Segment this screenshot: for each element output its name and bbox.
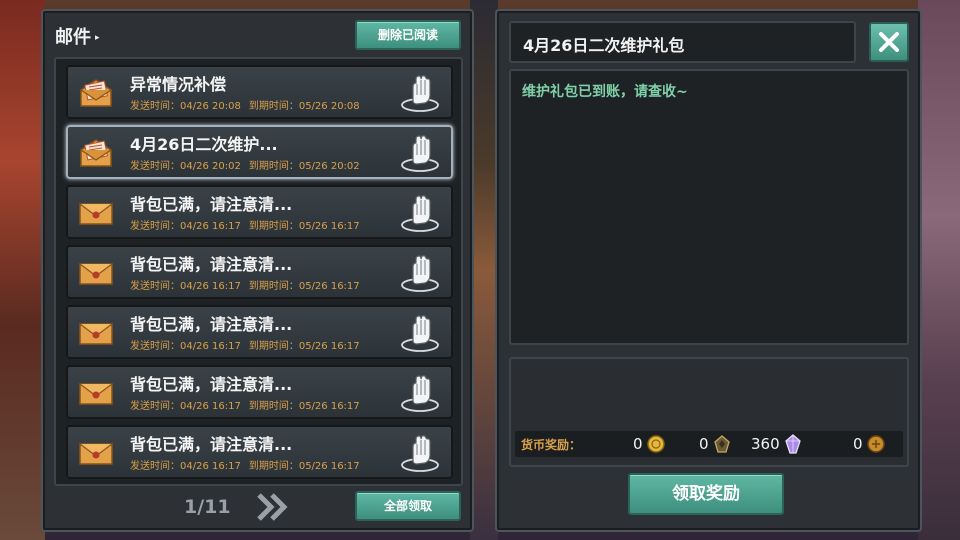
mail-item-meta: 发送时间：04/26 16:17 到期时间：05/26 16:17 xyxy=(130,457,360,472)
mail-item-title: 背包已满，请注意清... xyxy=(130,315,293,334)
expire-time: 05/26 20:08 xyxy=(298,101,360,112)
currency-amount: 0 xyxy=(699,435,709,453)
caret-icon: ▸ xyxy=(95,33,100,43)
mail-detail-panel: 4月26日二次维护礼包 维护礼包已到账，请查收~ 货币奖励： 0 0 360 0… xyxy=(495,9,922,532)
sent-time: 04/26 20:08 xyxy=(180,101,241,112)
mail-item-meta: 发送时间：04/26 20:02 到期时间：05/26 20:02 xyxy=(130,157,360,172)
claim-glove-icon[interactable] xyxy=(399,371,441,413)
mail-item-title: 背包已满，请注意清... xyxy=(130,435,293,454)
mail-item-meta: 发送时间：04/26 20:08 到期时间：05/26 20:08 xyxy=(130,97,360,112)
claim-glove-icon[interactable] xyxy=(399,131,441,173)
mail-panel-title: 邮件 ▸ xyxy=(55,23,100,49)
mail-item[interactable]: 背包已满，请注意清... 发送时间：04/26 16:17 到期时间：05/26 1… xyxy=(66,365,453,419)
currency-purple-crystal: 360 xyxy=(751,434,803,454)
expire-label: 到期时间： xyxy=(248,461,299,472)
currency-amount: 0 xyxy=(853,435,863,453)
claim-all-button[interactable]: 全部领取 xyxy=(355,491,461,521)
mail-item-meta: 发送时间：04/26 16:17 到期时间：05/26 16:17 xyxy=(130,217,360,232)
expire-time: 05/26 16:17 xyxy=(298,221,360,232)
background-scene-middle xyxy=(470,0,498,540)
mail-item[interactable]: 背包已满，请注意清... 发送时间：04/26 16:17 到期时间：05/26 1… xyxy=(66,305,453,359)
closed-envelope-icon xyxy=(79,383,113,405)
sent-label: 发送时间： xyxy=(130,221,180,232)
expire-time: 05/26 16:17 xyxy=(298,281,360,292)
sent-label: 发送时间： xyxy=(130,401,180,412)
expire-label: 到期时间： xyxy=(248,281,299,292)
mail-item-title: 异常情况补偿 xyxy=(130,75,227,94)
bronze-coin-icon xyxy=(866,435,885,453)
subject-box: 4月26日二次维护礼包 xyxy=(509,21,856,63)
closed-envelope-icon xyxy=(79,263,113,285)
claim-glove-icon[interactable] xyxy=(399,71,441,113)
sent-time: 04/26 16:17 xyxy=(180,281,241,292)
mail-item-title: 背包已满，请注意清... xyxy=(130,195,293,214)
expire-time: 05/26 16:17 xyxy=(298,401,360,412)
collect-reward-button[interactable]: 领取奖励 xyxy=(628,473,784,515)
claim-glove-icon[interactable] xyxy=(399,311,441,353)
expire-label: 到期时间： xyxy=(248,101,299,112)
currency-gold: 0 xyxy=(633,434,666,454)
background-scene-right xyxy=(918,0,960,540)
mail-item[interactable]: 背包已满，请注意清... 发送时间：04/26 16:17 到期时间：05/26 1… xyxy=(66,185,453,239)
claim-glove-icon[interactable] xyxy=(399,431,441,473)
mail-list: 异常情况补偿 发送时间：04/26 20:08 到期时间：05/26 20:08 4月… xyxy=(54,57,463,486)
background-scene-left xyxy=(0,0,45,540)
opened-envelope-icon xyxy=(80,139,112,167)
next-page-icon[interactable] xyxy=(256,492,290,522)
mail-body-box: 维护礼包已到账，请查收~ xyxy=(509,69,909,345)
closed-envelope-icon xyxy=(79,323,113,345)
close-button[interactable] xyxy=(869,22,909,62)
purple-crystal-icon xyxy=(784,434,801,454)
mail-item-title: 4月26日二次维护... xyxy=(130,135,278,154)
sent-label: 发送时间： xyxy=(130,161,180,172)
mail-item-title: 背包已满，请注意清... xyxy=(130,375,293,394)
close-icon xyxy=(879,32,899,52)
mail-item[interactable]: 4月26日二次维护... 发送时间：04/26 20:02 到期时间：05/26 2… xyxy=(66,125,453,179)
currency-amount: 0 xyxy=(633,435,643,453)
sent-label: 发送时间： xyxy=(130,341,180,352)
gold-coin-icon xyxy=(646,435,665,453)
currency-strip: 货币奖励： 0 0 360 0 xyxy=(515,431,903,457)
expire-label: 到期时间： xyxy=(248,221,299,232)
sent-time: 04/26 16:17 xyxy=(180,461,241,472)
currency-amount: 360 xyxy=(751,435,780,453)
opened-envelope-icon xyxy=(80,79,112,107)
currency-label: 货币奖励： xyxy=(521,438,582,452)
mail-title-text: 邮件 xyxy=(55,27,91,48)
sent-time: 04/26 16:17 xyxy=(180,401,241,412)
currency-bronze: 0 xyxy=(853,434,886,454)
mail-item-meta: 发送时间：04/26 16:17 到期时间：05/26 16:17 xyxy=(130,397,360,412)
claim-glove-icon[interactable] xyxy=(399,251,441,293)
sent-time: 04/26 20:02 xyxy=(180,161,241,172)
sent-label: 发送时间： xyxy=(130,461,180,472)
expire-label: 到期时间： xyxy=(248,341,299,352)
mail-item[interactable]: 背包已满，请注意清... 发送时间：04/26 16:17 到期时间：05/26 1… xyxy=(66,425,453,479)
sent-time: 04/26 16:17 xyxy=(180,341,241,352)
reward-box: 货币奖励： 0 0 360 0 xyxy=(509,357,909,467)
mail-item[interactable]: 异常情况补偿发送时间：04/26 20:08 到期时间：05/26 20:08 xyxy=(66,65,453,119)
currency-dark-gem: 0 xyxy=(699,434,732,454)
page-indicator: 1/11 xyxy=(184,496,231,518)
mail-body-text: 维护礼包已到账，请查收~ xyxy=(522,84,688,100)
dark-gem-icon xyxy=(713,435,730,453)
mail-item-title: 背包已满，请注意清... xyxy=(130,255,293,274)
mail-item-meta: 发送时间：04/26 16:17 到期时间：05/26 16:17 xyxy=(130,337,360,352)
mail-subject: 4月26日二次维护礼包 xyxy=(523,36,685,55)
claim-glove-icon[interactable] xyxy=(399,191,441,233)
closed-envelope-icon xyxy=(79,203,113,225)
closed-envelope-icon xyxy=(79,443,113,465)
sent-time: 04/26 16:17 xyxy=(180,221,241,232)
expire-label: 到期时间： xyxy=(248,161,299,172)
expire-time: 05/26 16:17 xyxy=(298,461,360,472)
sent-label: 发送时间： xyxy=(130,101,180,112)
mail-list-panel: 邮件 ▸ 删除已阅读 异常情况补偿 发送时间：04/26 20:08 到期时间：05/… xyxy=(41,9,474,532)
delete-read-button[interactable]: 删除已阅读 xyxy=(355,20,461,50)
expire-time: 05/26 16:17 xyxy=(298,341,360,352)
expire-time: 05/26 20:02 xyxy=(298,161,360,172)
mail-item[interactable]: 背包已满，请注意清... 发送时间：04/26 16:17 到期时间：05/26 1… xyxy=(66,245,453,299)
expire-label: 到期时间： xyxy=(248,401,299,412)
mail-item-meta: 发送时间：04/26 16:17 到期时间：05/26 16:17 xyxy=(130,277,360,292)
sent-label: 发送时间： xyxy=(130,281,180,292)
